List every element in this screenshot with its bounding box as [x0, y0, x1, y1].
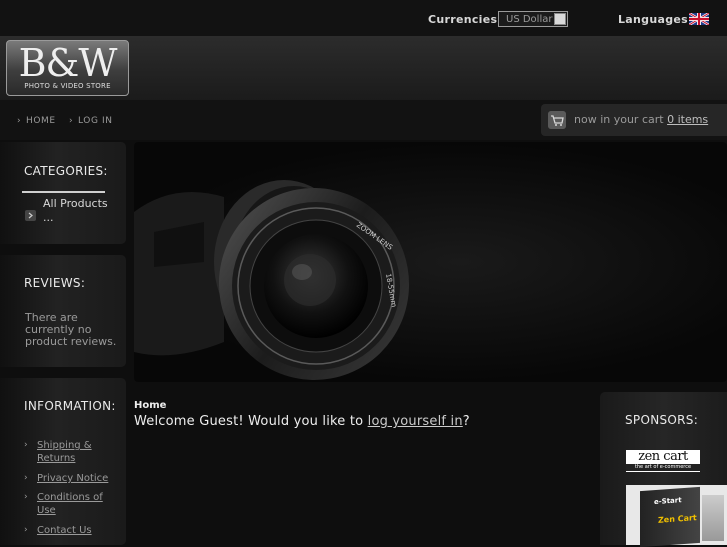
bullet-icon: ›: [24, 440, 28, 450]
breadcrumb[interactable]: Home: [134, 400, 166, 411]
languages-label: Languages:: [618, 13, 693, 26]
zencart-logo[interactable]: zen cart the art of e-commerce: [626, 450, 700, 472]
info-link-contact[interactable]: Contact Us: [37, 524, 117, 537]
dropdown-arrow-icon[interactable]: [554, 13, 566, 25]
store-logo[interactable]: B&W PHOTO & VIDEO STORE: [6, 40, 129, 96]
information-title: INFORMATION:: [24, 399, 116, 413]
category-arrow-icon: [25, 210, 36, 221]
cart-icon[interactable]: [548, 111, 566, 129]
sponsors-title: SPONSORS:: [625, 413, 699, 427]
cart-prefix: now in your cart: [574, 113, 664, 126]
info-link-privacy[interactable]: Privacy Notice: [37, 472, 117, 485]
login-link[interactable]: log yourself in: [368, 414, 463, 429]
categories-divider: [22, 191, 105, 193]
category-all-products[interactable]: All Products ...: [43, 197, 113, 225]
uk-flag-icon[interactable]: [689, 13, 709, 25]
categories-title: CATEGORIES:: [24, 164, 108, 178]
nav-home-link[interactable]: HOME: [26, 116, 56, 126]
cart-status: now in your cart 0 items: [574, 113, 708, 126]
zencart-tagline: the art of e-commerce: [626, 464, 700, 471]
reviews-title: REVIEWS:: [24, 276, 86, 290]
bullet-icon: ›: [24, 473, 28, 483]
welcome-suffix: ?: [462, 414, 470, 429]
welcome-message: Welcome Guest! Would you like to log you…: [134, 414, 470, 429]
logo-text: B&W: [18, 41, 118, 85]
nav-login-link[interactable]: LOG IN: [78, 116, 113, 126]
cart-items-link[interactable]: 0 items: [667, 113, 708, 126]
book-spine: [702, 495, 724, 541]
nav-home-chevron-icon: ›: [17, 116, 22, 126]
currency-select-value: US Dollar: [506, 14, 553, 25]
reviews-empty-text: There are currently no product reviews.: [25, 311, 117, 348]
book-title: e-Start: [654, 496, 682, 507]
bullet-icon: ›: [24, 525, 28, 535]
nav-login-chevron-icon: ›: [69, 116, 74, 126]
bullet-icon: ›: [24, 492, 28, 502]
book-cover: e-Start Zen Cart: [640, 486, 700, 547]
logo-subtitle: PHOTO & VIDEO STORE: [24, 82, 111, 90]
zencart-logo-text: zen cart: [638, 449, 688, 464]
hero-banner: ZOOM LENS 18-55mm: [134, 142, 727, 382]
categories-panel: [0, 142, 126, 244]
info-link-conditions[interactable]: Conditions of Use: [37, 491, 117, 517]
info-link-shipping[interactable]: Shipping & Returns: [37, 439, 117, 465]
welcome-text: Welcome Guest! Would you like to: [134, 414, 364, 429]
sponsor-book-ad[interactable]: e-Start Zen Cart: [626, 485, 727, 547]
currency-select[interactable]: US Dollar: [498, 11, 568, 27]
book-subtitle: Zen Cart: [658, 513, 697, 525]
currencies-label: Currencies:: [428, 13, 503, 26]
camera-lens-image: ZOOM LENS 18-55mm: [134, 180, 410, 380]
